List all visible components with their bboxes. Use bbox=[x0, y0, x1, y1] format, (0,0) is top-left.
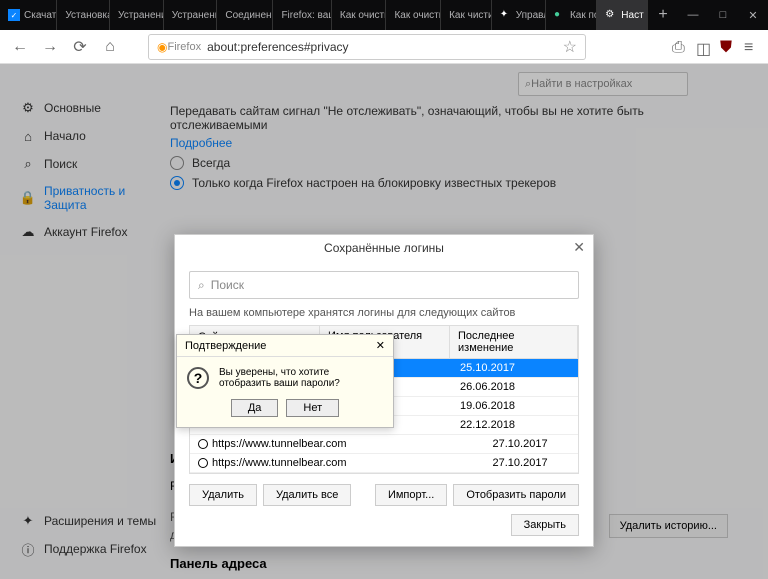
cell-site: https://www.tunnelbear.com bbox=[190, 435, 355, 453]
gear-icon: ⚙ bbox=[605, 9, 617, 21]
menu-icon[interactable]: ≡ bbox=[744, 39, 760, 55]
confirm-title: Подтверждение bbox=[185, 340, 266, 352]
confirm-no-button[interactable]: Нет bbox=[286, 399, 339, 417]
new-tab-button[interactable]: + bbox=[648, 0, 678, 30]
url-bar[interactable]: ◉ Firefox about:preferences#privacy ☆ bbox=[148, 34, 586, 60]
content-area: ⌕ Найти в настройках ⚙Основные ⌂Начало ⌕… bbox=[0, 64, 768, 579]
title-bar: ✓ Скачать Установка Устранени Устранени С… bbox=[0, 0, 768, 30]
tab-label: Firefox: ваш bbox=[281, 10, 331, 21]
puzzle-icon: ✦ bbox=[500, 9, 512, 21]
reload-button[interactable]: ⟳ bbox=[68, 35, 92, 59]
window-controls: — □ ✕ bbox=[678, 0, 768, 30]
tab-label: Устранени bbox=[172, 10, 218, 21]
home-button[interactable]: ⌂ bbox=[98, 35, 122, 59]
tab-label: Наст bbox=[621, 10, 643, 21]
globe-icon bbox=[198, 458, 208, 468]
tab-8[interactable]: Как чисти bbox=[441, 0, 492, 30]
tab-5[interactable]: Firefox: ваш bbox=[273, 0, 331, 30]
urlbar-text: about:preferences#privacy bbox=[207, 40, 557, 54]
maximize-button[interactable]: □ bbox=[708, 0, 738, 30]
tab-label: Как по bbox=[570, 10, 597, 21]
cell-site: https://www.tunnelbear.com bbox=[190, 454, 355, 472]
tab-label: Управл bbox=[516, 10, 546, 21]
tab-label: Как очисти bbox=[394, 10, 441, 21]
search-placeholder: Поиск bbox=[211, 278, 244, 292]
dialog-note: На вашем компьютере хранятся логины для … bbox=[189, 307, 579, 319]
delete-all-button[interactable]: Удалить все bbox=[263, 484, 351, 506]
confirm-title-bar: Подтверждение ✕ bbox=[177, 335, 393, 357]
confirm-dialog: Подтверждение ✕ ? Вы уверены, что хотите… bbox=[176, 334, 394, 428]
delete-button[interactable]: Удалить bbox=[189, 484, 257, 506]
confirm-close-button[interactable]: ✕ bbox=[376, 339, 385, 352]
sidebar-icon[interactable]: ◫ bbox=[696, 39, 712, 55]
confirm-yes-button[interactable]: Да bbox=[231, 399, 279, 417]
tab-9[interactable]: ✦ Управл bbox=[492, 0, 546, 30]
tab-6[interactable]: Как очисти bbox=[332, 0, 387, 30]
dialog-close-button[interactable]: ✕ bbox=[573, 239, 585, 256]
urlbar-brand: Firefox bbox=[167, 41, 201, 53]
confirm-text: Вы уверены, что хотите отобразить ваши п… bbox=[219, 367, 383, 389]
minimize-button[interactable]: — bbox=[678, 0, 708, 30]
dialog-title-bar: Сохранённые логины ✕ bbox=[175, 235, 593, 261]
dialog-footer: Закрыть bbox=[189, 514, 579, 536]
tab-label: Как чисти bbox=[449, 10, 492, 21]
show-passwords-button[interactable]: Отобразить пароли bbox=[453, 484, 579, 506]
tab-label: Как очисти bbox=[340, 10, 387, 21]
globe-icon: ● bbox=[554, 9, 566, 21]
table-row[interactable]: https://www.tunnelbear.com 27.10.2017 bbox=[190, 435, 578, 454]
tab-11-active[interactable]: ⚙Наст× bbox=[597, 0, 648, 30]
dialog-actions: Удалить Удалить все Импорт... Отобразить… bbox=[189, 484, 579, 506]
cell-user bbox=[355, 454, 485, 472]
search-icon: ⌕ bbox=[198, 278, 205, 293]
cell-user bbox=[355, 435, 485, 453]
question-icon: ? bbox=[187, 367, 209, 389]
ublock-icon[interactable]: ⛊ bbox=[720, 39, 736, 55]
cell-date: 27.10.2017 bbox=[485, 454, 578, 472]
toolbar-right: ⎙ ◫ ⛊ ≡ bbox=[672, 39, 760, 55]
tab-1[interactable]: Установка bbox=[57, 0, 110, 30]
dialog-search[interactable]: ⌕ Поиск bbox=[189, 271, 579, 299]
close-button[interactable]: Закрыть bbox=[511, 514, 579, 536]
forward-button[interactable]: → bbox=[38, 35, 62, 59]
table-row[interactable]: https://www.tunnelbear.com 27.10.2017 bbox=[190, 454, 578, 473]
globe-icon bbox=[198, 439, 208, 449]
col-date[interactable]: Последнее изменение bbox=[450, 326, 578, 358]
tab-7[interactable]: Как очисти bbox=[386, 0, 441, 30]
close-window-button[interactable]: ✕ bbox=[738, 0, 768, 30]
firefox-icon: ◉ bbox=[157, 40, 167, 54]
tab-4[interactable]: Соединени bbox=[217, 0, 273, 30]
tab-label: Скачать bbox=[24, 10, 57, 21]
tab-0[interactable]: ✓ Скачать bbox=[0, 0, 57, 30]
bookmark-star-icon[interactable]: ☆ bbox=[563, 37, 577, 57]
back-button[interactable]: ← bbox=[8, 35, 32, 59]
library-icon[interactable]: ⎙ bbox=[672, 39, 688, 55]
checkbox-icon: ✓ bbox=[8, 9, 20, 21]
tab-strip: ✓ Скачать Установка Устранени Устранени С… bbox=[0, 0, 648, 30]
dialog-title: Сохранённые логины bbox=[324, 241, 444, 255]
tab-label: Установка bbox=[65, 10, 110, 21]
tab-label: Устранени bbox=[118, 10, 164, 21]
toolbar: ← → ⟳ ⌂ ◉ Firefox about:preferences#priv… bbox=[0, 30, 768, 64]
tab-10[interactable]: ● Как по bbox=[546, 0, 597, 30]
cell-date: 27.10.2017 bbox=[485, 435, 578, 453]
tab-label: Соединени bbox=[225, 10, 273, 21]
tab-3[interactable]: Устранени bbox=[164, 0, 218, 30]
import-button[interactable]: Импорт... bbox=[375, 484, 447, 506]
tab-2[interactable]: Устранени bbox=[110, 0, 164, 30]
